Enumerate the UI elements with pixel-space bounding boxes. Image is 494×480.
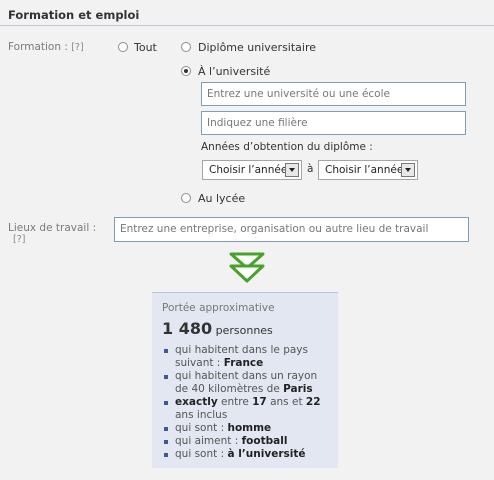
radio-highschool[interactable]: [181, 193, 191, 203]
formation-label: Formation : [?]: [8, 41, 84, 53]
criteria-item: qui habitent dans un rayon de 40 kilomèt…: [162, 370, 328, 396]
year-to-select[interactable]: Choisir l’année: [318, 160, 418, 180]
criteria-text: qui aiment :: [175, 435, 242, 447]
reach-number: 1 480: [162, 319, 213, 338]
criteria-item: qui sont : homme: [162, 422, 328, 435]
criteria-text: ans et: [266, 396, 306, 408]
radio-university-label: À l’université: [198, 65, 271, 78]
criteria-text: entre: [217, 396, 253, 408]
radio-degree[interactable]: [181, 42, 191, 52]
dropdown-arrow-icon[interactable]: [285, 163, 299, 177]
radio-all-label: Tout: [134, 41, 157, 54]
dropdown-arrow-icon[interactable]: [401, 163, 415, 177]
criteria-item: qui sont : à l’université: [162, 448, 328, 461]
reach-unit: personnes: [215, 324, 273, 337]
university-input[interactable]: Entrez une université ou une école: [201, 82, 466, 106]
workplace-input[interactable]: Entrez une entreprise, organisation ou a…: [114, 217, 469, 242]
criteria-value: football: [241, 435, 288, 447]
section-title: Formation et emploi: [8, 8, 140, 22]
criteria-value: France: [223, 357, 264, 369]
criteria-value: homme: [227, 422, 272, 434]
year-separator: à: [307, 163, 314, 175]
criteria-item: qui habitent dans le pays suivant : Fran…: [162, 344, 328, 370]
year-from-select[interactable]: Choisir l’année: [202, 160, 302, 180]
targeting-criteria-list: qui habitent dans le pays suivant : Fran…: [162, 344, 328, 461]
criteria-text: ans inclus: [175, 409, 228, 421]
formation-label-text: Formation :: [8, 41, 68, 53]
formation-help-link[interactable]: [?]: [71, 42, 83, 53]
radio-highschool-label: Au lycée: [198, 192, 246, 205]
radio-degree-label: Diplôme universitaire: [198, 41, 317, 54]
reach-estimate-card: Portée approximative 1 480 personnes qui…: [152, 292, 338, 468]
criteria-item: exactly entre 17 ans et 22 ans inclus: [162, 396, 328, 422]
year-from-value: Choisir l’année: [209, 164, 288, 176]
year-to-value: Choisir l’année: [325, 164, 404, 176]
reach-title: Portée approximative: [162, 302, 275, 314]
criteria-value: à l’université: [227, 448, 306, 460]
work-help-link[interactable]: [?]: [13, 234, 108, 245]
work-label: Lieux de travail : [?]: [8, 222, 108, 245]
criteria-item: qui aiment : football: [162, 435, 328, 448]
section-divider: [0, 25, 494, 26]
criteria-value: 17: [252, 396, 267, 408]
graduation-years-label: Années d’obtention du diplôme :: [201, 141, 373, 153]
radio-all[interactable]: [118, 42, 128, 52]
criteria-text: qui sont :: [175, 422, 228, 434]
field-of-study-input[interactable]: Indiquez une filière: [201, 111, 466, 135]
criteria-value: 22: [305, 396, 321, 408]
criteria-text: qui sont :: [175, 448, 228, 460]
work-label-text: Lieux de travail :: [8, 222, 97, 234]
reach-count: 1 480 personnes: [162, 319, 328, 338]
double-down-arrow-icon: [229, 252, 265, 283]
criteria-value: Paris: [283, 383, 313, 395]
criteria-value: exactly: [175, 396, 218, 408]
radio-university[interactable]: [181, 66, 191, 76]
